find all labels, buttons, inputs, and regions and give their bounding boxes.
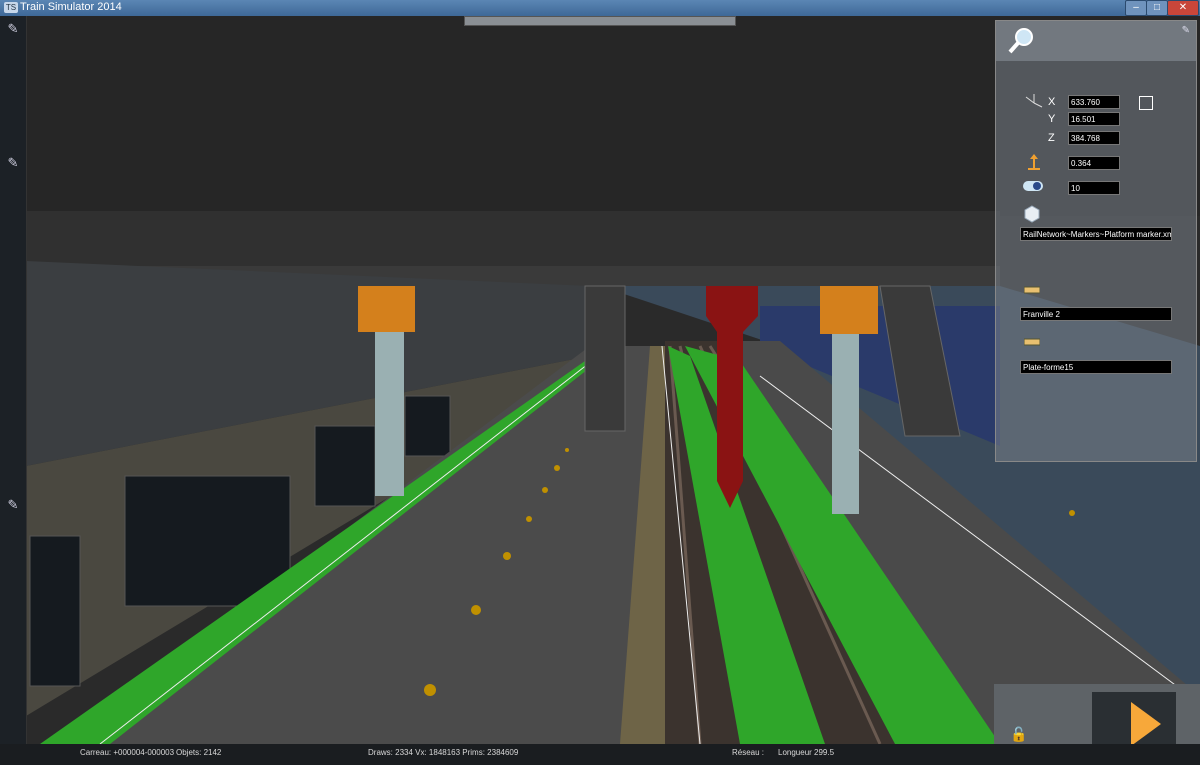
height-icon (1028, 154, 1040, 170)
maximize-button[interactable]: □ (1146, 0, 1168, 16)
tile-readout: Carreau: +000004-000003 (80, 748, 175, 757)
app-icon: TS (4, 2, 18, 13)
minimize-button[interactable]: – (1125, 0, 1147, 16)
play-icon[interactable] (1129, 700, 1163, 748)
y-field[interactable]: 16.501 (1068, 112, 1120, 126)
z-field[interactable]: 384.768 (1068, 131, 1120, 145)
z-label: Z (1048, 132, 1055, 144)
pin-icon[interactable]: ✎ (4, 20, 22, 38)
object-field[interactable]: RailNetwork~Markers~Platform marker.xml (1020, 227, 1172, 241)
platform-icon (1024, 286, 1040, 294)
y-label: Y (1048, 113, 1056, 125)
properties-panel: ✎ X 633.760 Y 16.501 Z 384.768 0.364 10 … (995, 20, 1197, 462)
status-bar: Carreau: +000004-000003 Objets: 2142 Dra… (0, 744, 1200, 765)
cube-icon (1024, 205, 1040, 223)
window-title: Train Simulator 2014 (20, 1, 122, 13)
close-button[interactable]: ✕ (1167, 0, 1199, 16)
network-label: Réseau : (732, 748, 765, 757)
toggle-icon (1023, 181, 1043, 191)
station-field[interactable]: Franville 2 (1020, 307, 1172, 321)
objects-readout: Objets: 2142 (176, 748, 222, 757)
unlock-icon[interactable]: 🔓 (1010, 726, 1027, 743)
window-title-bar: TS Train Simulator 2014 – □ ✕ (0, 0, 1200, 16)
pin-icon[interactable]: ✎ (4, 154, 22, 172)
x-field[interactable]: 633.760 (1068, 95, 1120, 109)
x-label: X (1048, 96, 1056, 108)
count-field[interactable]: 10 (1068, 181, 1120, 195)
platform-name-field[interactable]: Plate-forme15 (1020, 360, 1172, 374)
magnifier-icon[interactable] (1006, 25, 1036, 55)
axes-icon (1025, 94, 1043, 108)
left-toolbar: ✎ ✎ ✎ (0, 16, 27, 744)
pin-icon[interactable]: ✎ (1182, 25, 1190, 36)
length-readout: Longueur 299.5 (778, 748, 835, 757)
pin-icon[interactable]: ✎ (4, 496, 22, 514)
checkbox[interactable] (1139, 96, 1153, 110)
bottom-right-controls: 🔓 (994, 684, 1200, 746)
platform-icon (1024, 338, 1040, 346)
panel-header: ✎ (996, 21, 1196, 61)
draws-readout: Draws: 2334 Vx: 1848163 Prims: 2384609 (368, 748, 519, 757)
top-flyout-tab[interactable] (464, 16, 736, 26)
height-field[interactable]: 0.364 (1068, 156, 1120, 170)
